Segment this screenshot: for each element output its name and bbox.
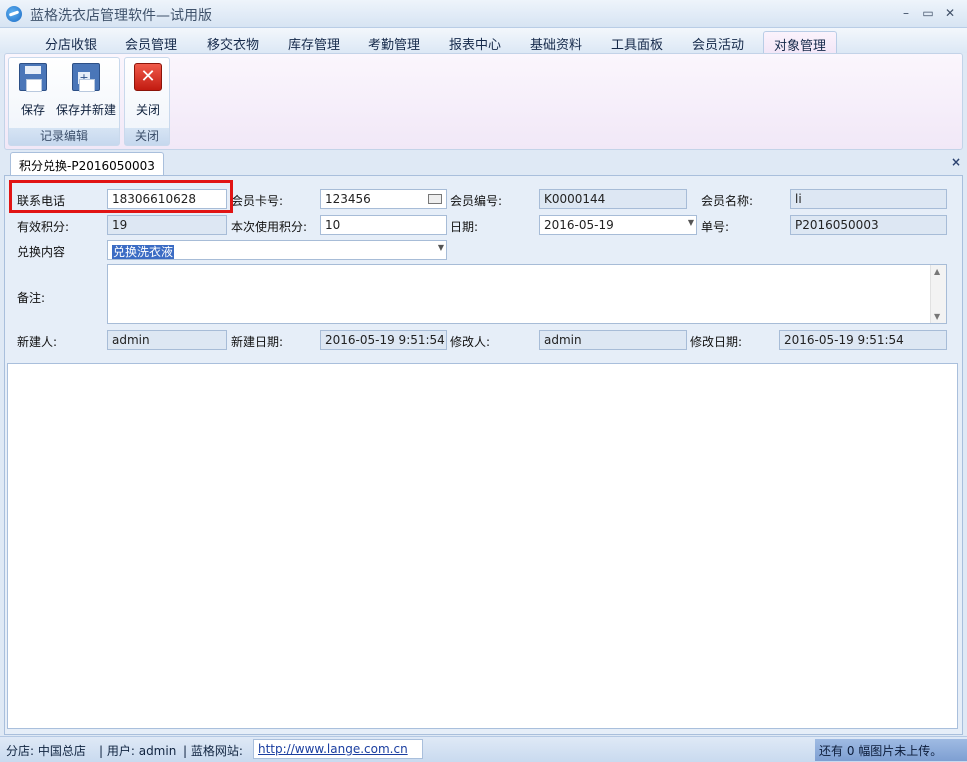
title-bar: 蓝格洗衣店管理软件—试用版 – ▭ ✕ xyxy=(0,0,967,28)
order-no-label: 单号: xyxy=(701,220,730,234)
website-link[interactable]: http://www.lange.com.cn xyxy=(253,739,423,759)
modified-date-label: 修改日期: xyxy=(690,335,743,349)
scroll-down-icon[interactable]: ▼ xyxy=(934,312,940,321)
status-user: | 用户: admin xyxy=(99,744,177,758)
detail-grid[interactable] xyxy=(7,363,958,729)
document-area: 积分兑换-P2016050003 × 联系电话 18306610628 会员卡号… xyxy=(4,152,963,735)
document-close-icon[interactable]: × xyxy=(951,155,961,169)
notes-textarea[interactable]: ▲ ▼ xyxy=(107,264,947,324)
status-bar: 分店: 中国总店 | 用户: admin | 蓝格网站: http://www.… xyxy=(0,736,967,762)
created-date-label: 新建日期: xyxy=(231,335,284,349)
tab-member-management[interactable]: 会员管理 xyxy=(125,34,177,53)
group-caption: 记录编辑 xyxy=(9,128,119,145)
modifier-label: 修改人: xyxy=(450,335,491,349)
tab-member-events[interactable]: 会员活动 xyxy=(692,34,744,53)
tab-attendance[interactable]: 考勤管理 xyxy=(368,34,420,53)
close-group: ✕ 关闭 关闭 xyxy=(124,57,170,146)
exchange-select[interactable]: 兑换洗衣液 ▼ xyxy=(107,240,447,260)
chevron-down-icon[interactable]: ▼ xyxy=(688,218,694,227)
date-label: 日期: xyxy=(450,220,479,234)
tab-transfer-clothes[interactable]: 移交衣物 xyxy=(207,34,259,53)
maximize-button[interactable]: ▭ xyxy=(918,4,938,22)
order-no-field: P2016050003 xyxy=(790,215,947,235)
scroll-up-icon[interactable]: ▲ xyxy=(934,267,940,276)
member-no-label: 会员编号: xyxy=(450,194,503,208)
use-points-field[interactable]: 10 xyxy=(320,215,447,235)
phone-highlight-box xyxy=(9,180,233,213)
modified-date-field: 2016-05-19 9:51:54 xyxy=(779,330,947,350)
minimize-button[interactable]: – xyxy=(896,4,916,22)
creator-label: 新建人: xyxy=(17,335,58,349)
points-label: 有效积分: xyxy=(17,220,70,234)
created-date-field: 2016-05-19 9:51:54 xyxy=(320,330,447,350)
tab-tools[interactable]: 工具面板 xyxy=(611,34,663,53)
tab-inventory[interactable]: 库存管理 xyxy=(288,34,340,53)
member-name-field: li xyxy=(790,189,947,209)
member-name-label: 会员名称: xyxy=(701,194,754,208)
document-tab[interactable]: 积分兑换-P2016050003 xyxy=(10,152,164,175)
ribbon-toolbar: 保存 保存并新建 记录编辑 ✕ 关闭 关闭 xyxy=(4,53,963,150)
record-edit-group: 保存 保存并新建 记录编辑 xyxy=(8,57,120,146)
card-no-label: 会员卡号: xyxy=(231,194,284,208)
exchange-label: 兑换内容 xyxy=(17,245,66,259)
creator-field: admin xyxy=(107,330,227,350)
app-logo-icon xyxy=(6,6,22,22)
modifier-field: admin xyxy=(539,330,687,350)
window-title: 蓝格洗衣店管理软件—试用版 xyxy=(30,8,212,24)
member-no-field: K0000144 xyxy=(539,189,687,209)
card-no-field[interactable]: 123456 xyxy=(320,189,447,209)
tab-object-management[interactable]: 对象管理 xyxy=(763,31,838,54)
tab-branch-checkout[interactable]: 分店收银 xyxy=(45,34,97,53)
status-site-label: | 蓝格网站: xyxy=(183,744,243,758)
close-icon: ✕ xyxy=(134,63,162,91)
tab-reports[interactable]: 报表中心 xyxy=(449,34,501,53)
chevron-down-icon[interactable]: ▼ xyxy=(438,243,444,252)
notes-scrollbar[interactable]: ▲ ▼ xyxy=(930,265,946,323)
tab-basic-data[interactable]: 基础资料 xyxy=(530,34,582,53)
points-exchange-form: 联系电话 18306610628 会员卡号: 123456 会员编号: K000… xyxy=(4,175,963,735)
close-button[interactable]: ✕ 关闭 xyxy=(131,63,165,118)
save-and-new-button[interactable]: 保存并新建 xyxy=(53,63,119,118)
upload-status: 还有 0 幅图片未上传。 xyxy=(815,739,967,761)
save-button[interactable]: 保存 xyxy=(15,63,51,118)
card-reader-icon[interactable] xyxy=(428,194,442,204)
status-branch: 分店: 中国总店 xyxy=(6,744,86,758)
group-caption: 关闭 xyxy=(125,128,169,145)
notes-label: 备注: xyxy=(17,291,46,305)
date-picker[interactable]: 2016-05-19 ▼ xyxy=(539,215,697,235)
points-field: 19 xyxy=(107,215,227,235)
close-window-button[interactable]: ✕ xyxy=(940,4,960,22)
main-menu-tabs: 分店收银 会员管理 移交衣物 库存管理 考勤管理 报表中心 基础资料 工具面板 … xyxy=(0,28,967,54)
save-new-icon xyxy=(72,63,100,92)
save-icon xyxy=(19,63,47,92)
use-points-label: 本次使用积分: xyxy=(231,220,308,234)
